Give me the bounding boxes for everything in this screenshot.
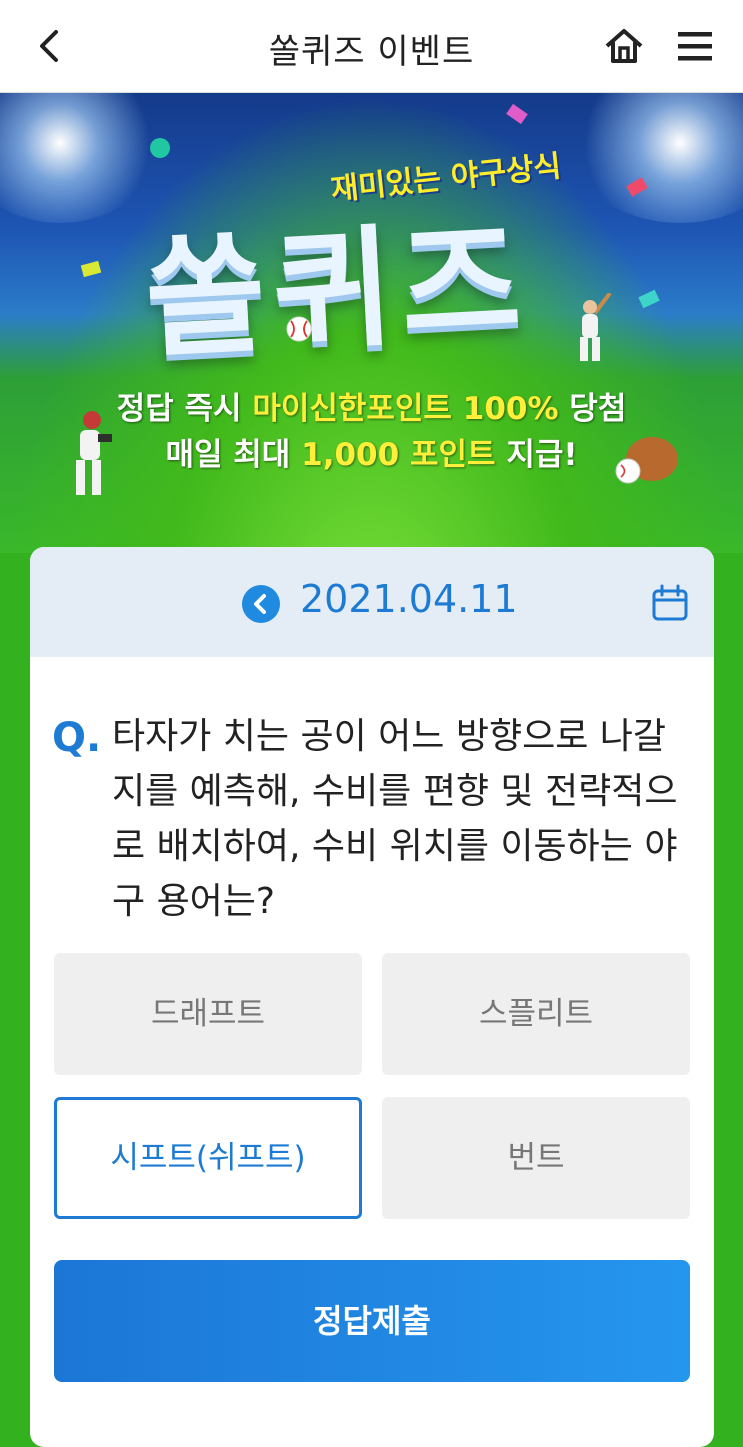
- banner-line-2: 매일 최대 1,000 포인트 지급!: [165, 437, 578, 473]
- answer-option-3[interactable]: 시프트(쉬프트): [54, 1097, 362, 1219]
- baseball-icon: [286, 316, 312, 342]
- calendar-icon[interactable]: [650, 583, 690, 623]
- answer-option-1[interactable]: 드래프트: [54, 953, 362, 1075]
- stadium-light-right: [570, 93, 743, 223]
- banner-line-1: 정답 즉시 마이신한포인트 100% 당첨: [116, 391, 627, 427]
- batter-illustration: [580, 293, 612, 361]
- confetti: [150, 138, 170, 158]
- answer-option-4[interactable]: 번트: [382, 1097, 690, 1219]
- question-marker: Q.: [52, 715, 102, 761]
- quiz-card: 2021.04.11 Q. 타자가 치는 공이 어느 방향으로 나갈 지를 예측…: [30, 547, 714, 1447]
- quiz-date: 2021.04.11: [300, 577, 518, 621]
- stadium-light-left: [0, 93, 160, 223]
- submit-answer-button[interactable]: 정답제출: [54, 1260, 690, 1382]
- date-bar: 2021.04.11: [30, 547, 714, 657]
- answer-option-2[interactable]: 스플리트: [382, 953, 690, 1075]
- previous-date-icon[interactable]: [242, 585, 280, 623]
- home-icon[interactable]: [603, 26, 645, 66]
- hamburger-menu-icon[interactable]: [676, 28, 714, 64]
- confetti: [506, 103, 528, 125]
- top-bar: 쏠퀴즈 이벤트: [0, 0, 743, 93]
- confetti: [638, 289, 660, 309]
- event-banner: 재미있는 야구상식 쏠퀴즈 정답 즉시 마이신한포인트 100% 당첨 매일 최…: [0, 93, 743, 553]
- confetti: [80, 260, 102, 278]
- question-text: 타자가 치는 공이 어느 방향으로 나갈 지를 예측해, 수비를 편향 및 전략…: [112, 716, 678, 922]
- banner-logo: 쏠퀴즈: [141, 204, 533, 376]
